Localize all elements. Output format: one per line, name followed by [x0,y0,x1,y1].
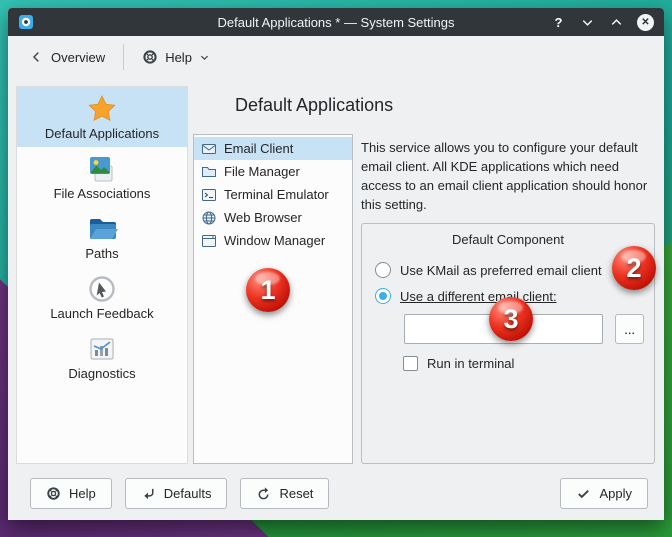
folder-icon [86,213,118,245]
overview-button[interactable]: Overview [22,44,113,71]
category-sidebar: Default Applications File Associations P… [16,86,188,464]
service-label: Email Client [224,141,293,156]
apply-button-label: Apply [599,486,632,501]
help-button-label: Help [69,486,96,501]
annotation-badge-3: 3 [489,297,533,341]
service-label: Window Manager [224,233,325,248]
service-row-web-browser[interactable]: Web Browser [194,206,352,229]
service-row-file-manager[interactable]: File Manager [194,160,352,183]
close-button[interactable]: ✕ [637,14,654,31]
minimize-button[interactable] [579,14,596,31]
file-associations-icon [86,153,118,185]
sidebar-item-default-applications[interactable]: Default Applications [17,87,187,147]
dialog-button-bar: Help Defaults Reset Apply [8,472,664,520]
radio-label: Use KMail as preferred email client [400,263,602,278]
checkmark-icon [576,486,591,501]
launch-feedback-icon [86,273,118,305]
radio-button-icon[interactable] [375,262,391,278]
annotation-badge-2: 2 [612,246,656,290]
system-settings-window: Default Applications * — System Settings… [8,8,664,520]
checkbox-label: Run in terminal [427,356,514,371]
diagnostics-icon [86,333,118,365]
help-icon [142,49,158,65]
help-label: Help [165,50,192,65]
sidebar-item-file-associations[interactable]: File Associations [17,147,187,207]
reset-button-label: Reset [279,486,313,501]
sidebar-item-label: File Associations [54,187,151,201]
browse-button[interactable]: ... [615,314,644,344]
back-chevron-icon [30,50,44,64]
terminal-icon [201,187,217,203]
chevron-up-icon [609,15,624,30]
sidebar-item-label: Diagnostics [68,367,135,381]
titlebar-help-button[interactable]: ? [550,14,567,31]
toolbar: Overview Help [8,36,664,78]
content-area: Default Applications File Associations P… [8,78,664,472]
annotation-badge-1: 1 [246,268,290,312]
sidebar-item-label: Launch Feedback [50,307,153,321]
service-label: Terminal Emulator [224,187,329,202]
sidebar-item-paths[interactable]: Paths [17,207,187,267]
help-icon [46,486,61,501]
run-in-terminal-row[interactable]: Run in terminal [403,356,644,371]
service-description: This service allows you to configure you… [361,138,655,214]
globe-icon [201,210,217,226]
window-icon [201,233,217,249]
window-controls: ? ✕ [550,14,654,31]
service-row-window-manager[interactable]: Window Manager [194,229,352,252]
help-menu-button[interactable]: Help [134,43,218,71]
toolbar-separator [123,44,124,70]
sidebar-item-diagnostics[interactable]: Diagnostics [17,327,187,387]
maximize-button[interactable] [608,14,625,31]
radio-button-checked-icon[interactable] [375,288,391,304]
chevron-down-icon [580,15,595,30]
checkbox-icon[interactable] [403,356,418,371]
sidebar-item-label: Default Applications [45,127,159,141]
undo-reset-icon [256,486,271,501]
service-row-email-client[interactable]: Email Client [194,137,352,160]
radio-row-kmail[interactable]: Use KMail as preferred email client [375,262,644,278]
sidebar-item-label: Paths [85,247,118,261]
defaults-button[interactable]: Defaults [125,478,228,509]
apply-button[interactable]: Apply [560,478,648,509]
star-icon [86,93,118,125]
titlebar[interactable]: Default Applications * — System Settings… [8,8,664,36]
defaults-button-label: Defaults [164,486,212,501]
desktop-background: Default Applications * — System Settings… [0,0,672,537]
revert-defaults-icon [141,486,156,501]
default-component-groupbox: Default Component Use KMail as preferred… [361,223,655,464]
reset-button[interactable]: Reset [240,478,329,509]
folder-icon [201,164,217,180]
sidebar-item-launch-feedback[interactable]: Launch Feedback [17,267,187,327]
service-row-terminal-emulator[interactable]: Terminal Emulator [194,183,352,206]
groupbox-title: Default Component [372,232,644,247]
service-label: Web Browser [224,210,302,225]
chevron-down-icon [199,52,210,63]
system-settings-app-icon [18,14,34,30]
radio-label: Use a different email client: [400,289,557,304]
overview-label: Overview [51,50,105,65]
page-title: Default Applications [235,93,656,117]
help-button[interactable]: Help [30,478,112,509]
email-icon [201,141,217,157]
service-label: File Manager [224,164,300,179]
